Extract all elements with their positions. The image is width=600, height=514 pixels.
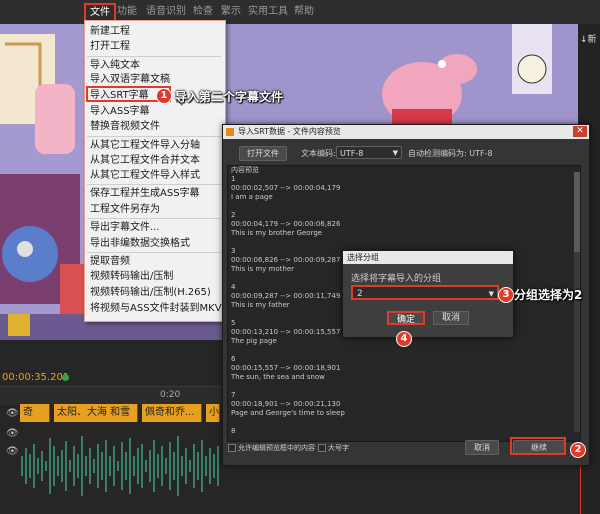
dialog-cancel-button[interactable]: 取消 <box>465 440 499 455</box>
dialog-title-bar: 导入SRT数据 - 文件内容预览 ✕ <box>223 125 589 139</box>
menu-item-new-project[interactable]: 新建工程 <box>90 24 130 39</box>
encoding-label: 文本编码: <box>301 149 336 158</box>
open-file-button[interactable]: 打开文件 <box>239 146 287 161</box>
subtitle-clip[interactable]: 佩奇和乔... <box>142 404 202 422</box>
chevron-down-icon: ▼ <box>392 149 398 157</box>
right-panel-label: ↓新 <box>580 35 597 45</box>
step-badge-1: 1 <box>156 88 172 104</box>
menu-item-save-as[interactable]: 工程文件另存为 <box>90 202 160 217</box>
menu-separator <box>87 218 221 219</box>
chevron-down-icon: ▼ <box>488 290 494 298</box>
continue-highlight <box>510 437 566 455</box>
menu-tools[interactable]: 实用工具 <box>248 4 288 20</box>
large-font-checkbox[interactable] <box>318 444 326 452</box>
subtitle-clip[interactable]: 奇 <box>20 404 50 422</box>
eye-icon[interactable]: 👁 <box>6 428 19 439</box>
annotation-step-3: 分组选择为2 <box>514 288 583 302</box>
step-badge-3: 3 <box>498 287 514 303</box>
entry-text: The pig page <box>231 337 277 345</box>
timecode-display: 00:00:35.201 <box>2 372 70 383</box>
encoding-select[interactable]: UTF-8 ▼ <box>336 146 402 159</box>
group-dialog-title-bar: 选择分组 <box>343 251 513 264</box>
step-badge-4: 4 <box>396 331 412 347</box>
group-prompt: 选择将字幕导入的分组 <box>351 274 442 284</box>
step-badge-2: 2 <box>570 442 586 458</box>
menu-item-import-style[interactable]: 从其它工程文件导入样式 <box>90 168 200 183</box>
menu-function[interactable]: 功能 <box>117 4 137 20</box>
menu-item-transcode[interactable]: 视频转码输出/压制 <box>90 269 173 284</box>
group-selected-value: 2 <box>357 289 363 299</box>
scrollbar-thumb[interactable] <box>574 172 580 252</box>
entry-text: This is my mother <box>231 265 294 273</box>
audio-waveform[interactable] <box>20 426 220 506</box>
entry-text: Page and George's time to sleep <box>231 409 345 417</box>
subtitle-clip[interactable]: 太阳、大海 和雪 <box>54 404 138 422</box>
menu-separator <box>87 184 221 185</box>
encoding-value: UTF-8 <box>340 149 364 158</box>
menu-separator <box>87 136 221 137</box>
menu-display[interactable]: 繁示 <box>221 4 241 20</box>
allow-edit-label: 允许编辑预览框中的内容 <box>238 444 315 452</box>
entry-text: This is my father <box>231 301 290 309</box>
menu-item-merge-text[interactable]: 从其它工程文件合并文本 <box>90 153 200 168</box>
group-cancel-button[interactable]: 取消 <box>433 311 469 325</box>
dialog-title: 导入SRT数据 - 文件内容预览 <box>238 127 341 136</box>
subtitle-clip[interactable]: 小 <box>206 404 220 422</box>
menu-item-extract-audio[interactable]: 提取音频 <box>90 254 130 269</box>
menu-item-import-plain-text[interactable]: 导入纯文本 <box>90 58 140 73</box>
ok-button[interactable]: 确定 <box>387 311 425 325</box>
menu-item-save-ass[interactable]: 保存工程并生成ASS字幕 <box>90 186 200 201</box>
autodetect-label: 自动检测编码为: UTF-8 <box>408 149 493 158</box>
menu-help[interactable]: 帮助 <box>294 4 314 20</box>
status-dot-icon <box>62 374 69 381</box>
file-menu-dropdown: 新建工程 打开工程 导入纯文本 导入双语字幕文稿 导入SRT字幕 导入ASS字幕… <box>84 20 226 322</box>
select-group-dialog: 选择分组 选择将字幕导入的分组 2 ▼ 确定 取消 <box>342 250 514 338</box>
eye-icon[interactable]: 👁 <box>6 446 19 457</box>
menu-item-mux-mkv[interactable]: 将视频与ASS文件封装到MKV <box>90 301 222 316</box>
video-preview-right <box>222 24 578 124</box>
large-font-label: 大号字 <box>328 444 349 452</box>
menu-speech-recognition[interactable]: 语音识别 <box>146 4 186 20</box>
entry-text: I am a page <box>231 193 273 201</box>
entry-text: This is my brother George <box>231 229 323 237</box>
menu-item-export-exchange[interactable]: 导出非编数据交换格式 <box>90 236 190 251</box>
close-icon[interactable]: ✕ <box>573 126 587 137</box>
group-dialog-title: 选择分组 <box>347 253 379 262</box>
menu-item-import-bilingual[interactable]: 导入双语字幕文稿 <box>90 72 170 87</box>
menu-item-import-ass[interactable]: 导入ASS字幕 <box>90 104 150 119</box>
menu-item-export-subtitles[interactable]: 导出字幕文件... <box>90 220 160 235</box>
menu-item-transcode-h265[interactable]: 视频转码输出/压制(H.265) <box>90 285 211 300</box>
menu-separator <box>87 252 221 253</box>
entry-number: 8 <box>231 427 236 435</box>
ruler-mark: 0:20 <box>160 390 181 400</box>
menu-item-open-project[interactable]: 打开工程 <box>90 39 130 54</box>
group-select[interactable]: 2 ▼ <box>351 285 499 300</box>
eye-icon[interactable]: 👁 <box>6 408 19 419</box>
menu-item-replace-media[interactable]: 替换音视频文件 <box>90 119 160 134</box>
entry-text: The sun, the sea and snow <box>231 373 325 381</box>
annotation-step-1: 导入第二个字幕文件 <box>175 90 284 104</box>
menu-separator <box>87 56 221 57</box>
menu-check[interactable]: 检查 <box>193 4 213 20</box>
menu-item-import-timing[interactable]: 从其它工程文件导入分轴 <box>90 138 200 153</box>
allow-edit-checkbox[interactable] <box>228 444 236 452</box>
app-icon <box>226 128 234 136</box>
